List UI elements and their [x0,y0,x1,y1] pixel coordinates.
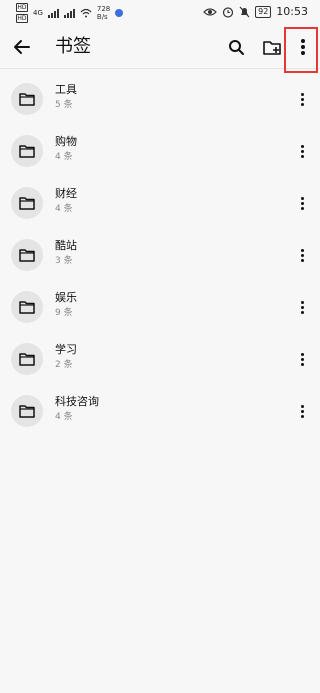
bookmark-folder-item[interactable]: 学习 2 条 [0,333,320,385]
status-bar-left: HD HD 4G 728 B/s [16,3,124,23]
alarm-icon [223,6,234,18]
sim2-icon: HD [16,14,28,23]
folder-more-button[interactable] [294,399,310,423]
bookmark-folder-item[interactable]: 购物 4 条 [0,125,320,177]
page-title: 书签 [55,36,91,57]
new-folder-button[interactable] [262,35,282,59]
signal-icon [47,8,59,18]
folder-count: 9 条 [55,308,73,318]
more-options-highlight [284,27,318,73]
mute-icon [239,6,250,17]
folder-count: 5 条 [55,100,73,110]
folder-name: 酷站 [55,239,77,252]
back-button[interactable] [10,35,34,59]
folder-count: 4 条 [55,412,73,422]
sim-indicators: HD HD [16,3,28,23]
battery-icon: 92 [255,5,272,18]
folder-count: 4 条 [55,152,73,162]
folder-name: 学习 [55,343,77,356]
app-bar: 书签 [0,26,320,69]
search-button[interactable] [226,35,246,59]
folder-icon [11,291,43,323]
folder-name: 购物 [55,135,77,148]
folder-icon [11,135,43,167]
folder-name: 财经 [55,187,77,200]
clock: 10:53 [276,5,308,18]
folder-name: 科技咨询 [55,395,99,408]
folder-more-button[interactable] [294,243,310,267]
bookmark-folder-list: 工具 5 条购物 4 条财经 4 条酷站 3 条娱乐 9 条学习 2 条科技咨询 4 条 [0,73,320,437]
folder-name: 娱乐 [55,291,77,304]
folder-count: 4 条 [55,204,73,214]
folder-icon [11,239,43,271]
bookmark-folder-item[interactable]: 科技咨询 4 条 [0,385,320,437]
bookmark-folder-item[interactable]: 财经 4 条 [0,177,320,229]
status-bar-right: 92 10:53 [203,5,308,18]
eye-icon [203,7,217,16]
folder-more-button[interactable] [294,139,310,163]
folder-icon [11,343,43,375]
folder-icon [11,395,43,427]
folder-more-button[interactable] [294,87,310,111]
folder-more-button[interactable] [294,191,310,215]
bookmark-folder-item[interactable]: 酷站 3 条 [0,229,320,281]
folder-count: 3 条 [55,256,73,266]
bookmark-folder-item[interactable]: 娱乐 9 条 [0,281,320,333]
status-bar: HD HD 4G 728 B/s 92 10:53 [0,0,320,26]
app-notification-icon [115,9,124,17]
folder-icon [11,187,43,219]
folder-count: 2 条 [55,360,73,370]
folder-icon [11,83,43,115]
folder-more-button[interactable] [294,295,310,319]
folder-more-button[interactable] [294,347,310,371]
network-type: 4G [33,9,43,17]
bookmark-folder-item[interactable]: 工具 5 条 [0,73,320,125]
signal2-icon [63,8,75,18]
network-speed: 728 B/s [96,5,111,21]
folder-name: 工具 [55,83,77,96]
wifi-icon [80,8,92,18]
sim1-icon: HD [16,3,28,12]
